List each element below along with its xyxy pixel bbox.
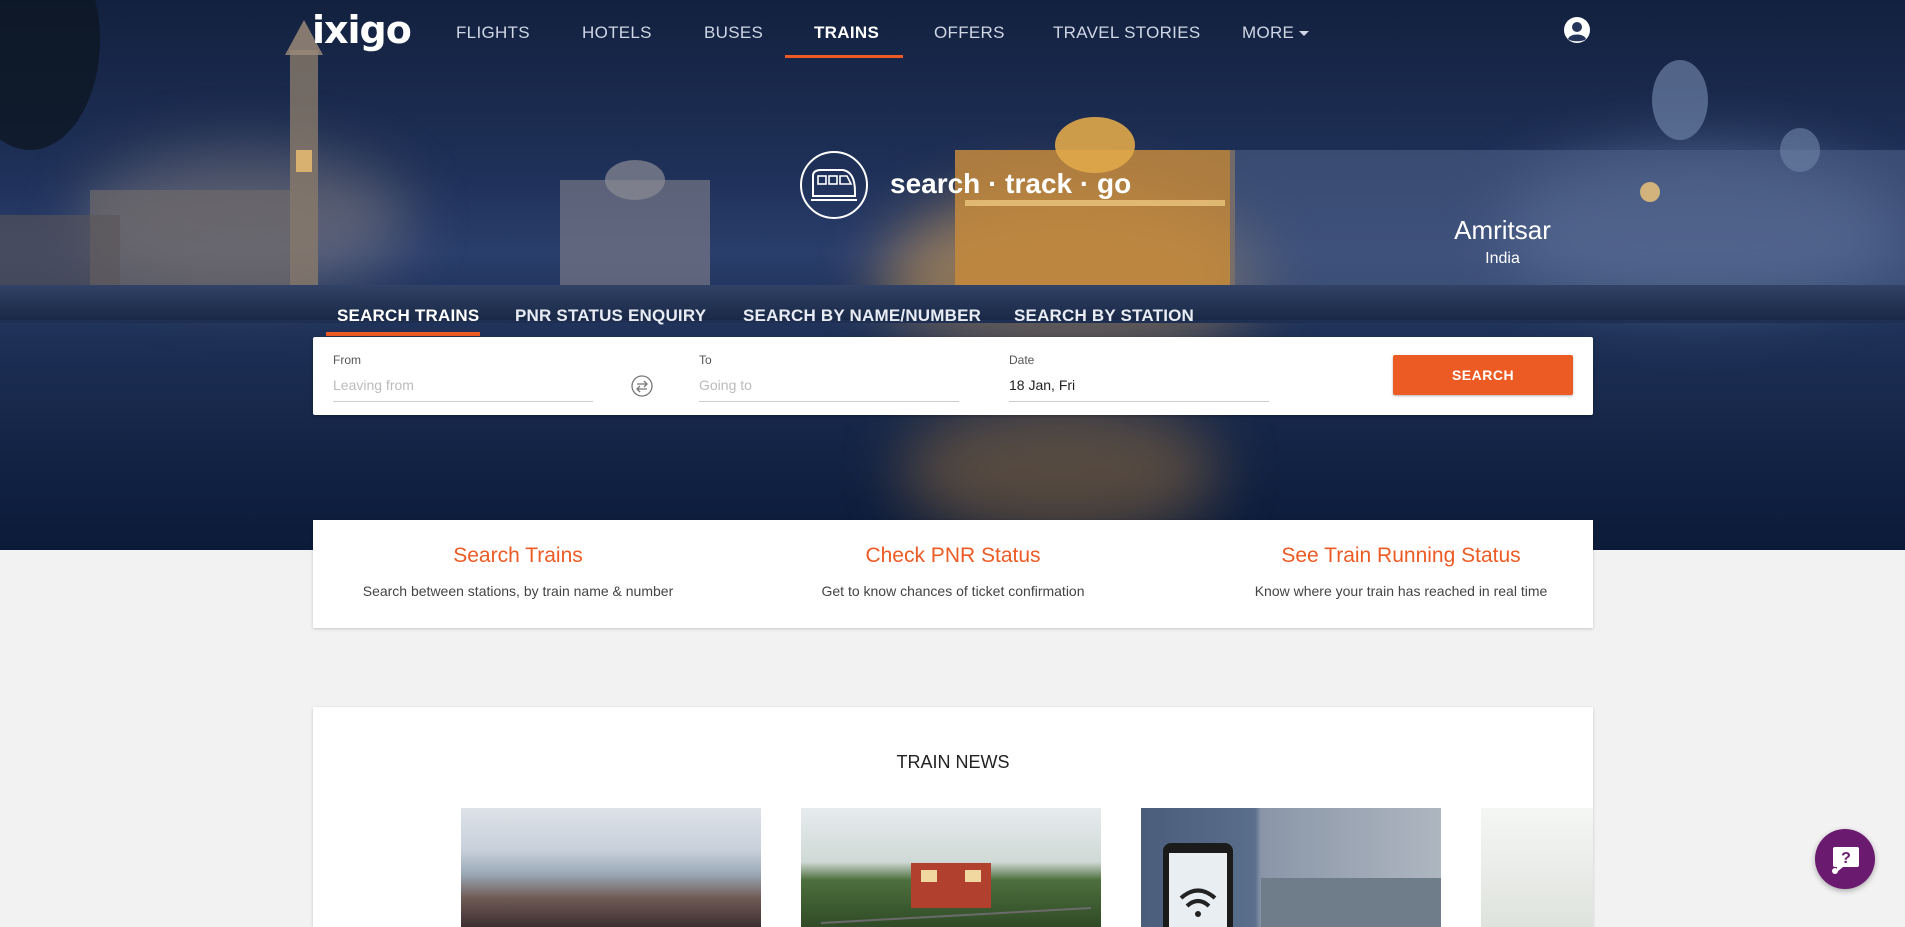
nav-more[interactable]: MORE [1242,23,1310,43]
news-card-image[interactable] [801,808,1101,927]
city-name: Amritsar [1454,215,1551,245]
feature-desc: Know where your train has reached in rea… [1254,583,1548,599]
chat-help-icon: ? [1832,847,1859,874]
tab-search-by-name[interactable]: SEARCH BY NAME/NUMBER [743,306,981,326]
date-input[interactable] [1009,375,1269,402]
from-label: From [333,353,361,367]
nav-active-indicator [785,55,903,58]
tab-search-trains[interactable]: SEARCH TRAINS [337,306,479,326]
features-panel: Search Trains Search between stations, b… [313,520,1593,628]
wifi-photo [1163,843,1441,927]
hero-banner [0,0,1905,550]
hero-tagline: search · track · go [890,168,1132,199]
nav-trains[interactable]: TRAINS [814,23,879,43]
search-button[interactable]: SEARCH [1393,355,1573,395]
to-label: To [699,353,712,367]
feature-desc: Get to know chances of ticket confirmati… [821,583,1085,599]
train-icon [811,169,857,201]
news-card-image[interactable] [1141,808,1441,927]
swap-icon[interactable] [631,375,653,397]
train-icon-circle [800,151,868,219]
top-navbar: ixigo FLIGHTS HOTELS BUSES TRAINS OFFERS… [0,0,1905,60]
nav-hotels[interactable]: HOTELS [582,23,652,43]
caret-down-icon [1299,31,1310,37]
tab-search-by-station[interactable]: SEARCH BY STATION [1014,306,1194,326]
train-search-form: From To Date SEARCH [313,337,1593,415]
location-caption: Amritsar India [1410,215,1595,268]
feature-running-status: See Train Running Status Know where your… [1191,544,1611,599]
nav-travel-stories[interactable]: TRAVEL STORIES [1053,23,1200,43]
train-photo [820,863,1092,924]
news-title: TRAIN NEWS [896,752,1010,772]
user-circle-icon[interactable] [1563,16,1591,44]
feature-title[interactable]: See Train Running Status [1191,544,1611,568]
date-label: Date [1009,353,1035,367]
tab-pnr-status[interactable]: PNR STATUS ENQUIRY [515,306,706,326]
search-tab-active-indicator [326,332,480,336]
to-input[interactable] [699,375,959,402]
nav-flights[interactable]: FLIGHTS [456,23,530,43]
nav-buses[interactable]: BUSES [704,23,763,43]
news-card-image[interactable] [1481,808,1593,927]
ixigo-logo[interactable]: ixigo [312,8,412,52]
chat-help-button[interactable]: ? [1815,829,1875,889]
feature-check-pnr: Check PNR Status Get to know chances of … [743,544,1163,599]
country-name: India [1485,250,1520,267]
svg-text:?: ? [1841,850,1851,867]
feature-title[interactable]: Check PNR Status [743,544,1163,568]
nav-more-label: MORE [1242,23,1295,42]
to-field: To [699,353,959,402]
from-input[interactable] [333,375,593,402]
feature-search-trains: Search Trains Search between stations, b… [308,544,728,599]
train-news-section: TRAIN NEWS [313,707,1593,927]
feature-title[interactable]: Search Trains [308,544,728,568]
nav-offers[interactable]: OFFERS [934,23,1005,43]
feature-desc: Search between stations, by train name &… [362,583,674,599]
date-field: Date [1009,353,1269,402]
from-field: From [333,353,593,402]
news-card-image[interactable] [461,808,761,927]
